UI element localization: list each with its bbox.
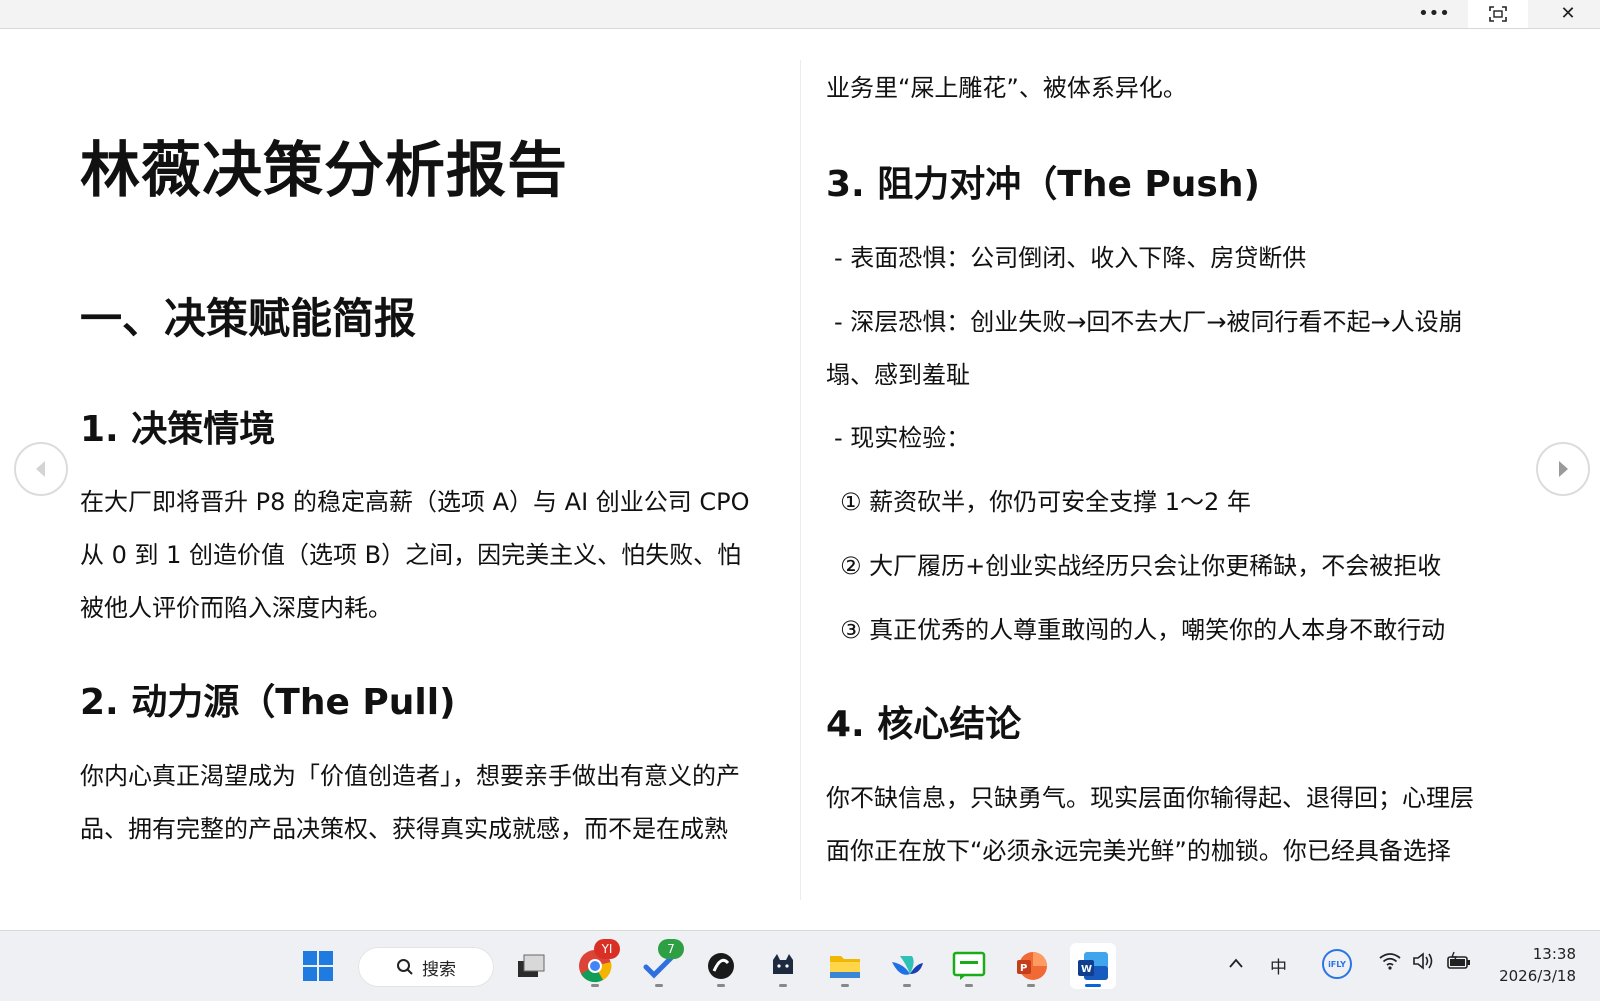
- running-indicator: [779, 984, 787, 987]
- taskbar-search[interactable]: 搜索: [358, 947, 494, 987]
- taskbar-file-explorer[interactable]: [822, 943, 868, 989]
- document-title: 林薇决策分析报告: [80, 136, 568, 206]
- svg-text:W: W: [1081, 964, 1092, 975]
- taskbar-app-swirl[interactable]: [698, 943, 744, 989]
- todo-badge: 7: [658, 939, 684, 959]
- paragraph-line: 面你正在放下“必须永远完美光鲜”的枷锁。你已经具备选择: [826, 837, 1451, 865]
- running-indicator: [841, 984, 849, 987]
- page-divider: [800, 60, 801, 900]
- chevron-up-icon: [1229, 958, 1243, 968]
- running-indicator: [1027, 984, 1035, 987]
- volume-button[interactable]: [1412, 951, 1436, 976]
- ifly-icon: iFLY: [1322, 949, 1352, 979]
- previous-page-button[interactable]: [14, 442, 68, 496]
- close-button[interactable]: ✕: [1540, 0, 1596, 28]
- chevron-left-icon: [36, 461, 45, 477]
- list-item: ③ 真正优秀的人尊重敢闯的人，嘲笑你的人本身不敢行动: [840, 616, 1446, 644]
- section-heading-1: 一、决策赋能简报: [80, 294, 417, 343]
- paragraph-line: 业务里“屎上雕花”、被体系异化。: [826, 74, 1187, 102]
- task-view-icon: [518, 954, 545, 977]
- paragraph-line: 从 0 到 1 创造价值（选项 B）之间，因完美主义、怕失败、怕: [80, 541, 742, 569]
- svg-text:P: P: [1020, 963, 1027, 974]
- wifi-icon: [1379, 953, 1401, 970]
- window-titlebar: ••• ✕: [0, 0, 1600, 29]
- task-view-button[interactable]: [508, 943, 554, 989]
- heading-the-pull: 2. 动力源（The Pull): [80, 682, 456, 723]
- running-indicator: [655, 984, 663, 987]
- more-icon: •••: [1418, 3, 1450, 24]
- right-page: 业务里“屎上雕花”、被体系异化。 3. 阻力对冲（The Push) - 表面恐…: [826, 30, 1516, 910]
- running-indicator: [591, 984, 599, 987]
- list-item: ② 大厂履历+创业实战经历只会让你更稀缺，不会被拒收: [840, 552, 1442, 580]
- taskbar-cat-app[interactable]: [760, 943, 806, 989]
- volume-icon: [1413, 952, 1433, 970]
- ime-indicator[interactable]: 中: [1270, 953, 1287, 978]
- heading-decision-context: 1. 决策情境: [80, 409, 276, 450]
- running-indicator: [965, 984, 973, 987]
- running-indicator: [903, 984, 911, 987]
- paragraph-line: 在大厂即将晋升 P8 的稳定高薪（选项 A）与 AI 创业公司 CPO: [80, 488, 750, 516]
- heading-the-push: 3. 阻力对冲（The Push): [826, 164, 1260, 205]
- taskbar-word[interactable]: W: [1070, 943, 1116, 989]
- lark-icon: [892, 956, 923, 975]
- clock-time: 13:38: [1532, 945, 1576, 963]
- next-page-button[interactable]: [1536, 442, 1590, 496]
- heading-core-conclusion: 4. 核心结论: [826, 704, 1022, 745]
- start-button[interactable]: [295, 943, 341, 989]
- cat-icon: [773, 954, 793, 974]
- battery-icon: [1447, 951, 1470, 969]
- chrome-badge: YI: [594, 939, 620, 959]
- search-icon: [397, 959, 413, 975]
- ime-label: 中: [1270, 958, 1287, 978]
- more-options-button[interactable]: •••: [1412, 0, 1456, 28]
- show-hidden-icons-button[interactable]: [1228, 953, 1244, 974]
- search-label: 搜索: [422, 959, 456, 980]
- taskbar-lark[interactable]: [884, 943, 930, 989]
- app-swirl-icon: [708, 953, 734, 979]
- paragraph-line: 品、拥有完整的产品决策权、获得真实成就感，而不是在成熟: [80, 815, 728, 843]
- list-item: - 深层恐惧：创业失败→回不去大厂→被同行看不起→人设崩: [834, 308, 1463, 336]
- active-indicator: [1085, 984, 1101, 987]
- taskbar-chrome[interactable]: YI: [572, 939, 620, 989]
- folder-icon: [830, 956, 860, 978]
- paragraph-line: 你内心真正渴望成为「价值创造者」，想要亲手做出有意义的产: [80, 762, 740, 790]
- list-item-continuation: 塌、感到羞耻: [826, 361, 970, 389]
- word-icon: W: [1078, 952, 1108, 980]
- list-item: - 表面恐惧：公司倒闭、收入下降、房贷断供: [834, 244, 1307, 272]
- clock-date: 2026/3/18: [1499, 967, 1576, 985]
- taskbar: 搜索 YI 7 P W 中 iFLY 13:38 2026/3/18: [0, 930, 1600, 1001]
- windows-logo-icon: [303, 951, 333, 981]
- left-page: 林薇决策分析报告 一、决策赋能简报 1. 决策情境 在大厂即将晋升 P8 的稳定…: [80, 30, 780, 910]
- taskbar-powerpoint[interactable]: P: [1008, 943, 1054, 989]
- paragraph-line: 被他人评价而陷入深度内耗。: [80, 594, 392, 622]
- taskbar-todo[interactable]: 7: [636, 939, 684, 989]
- ifly-tray-icon[interactable]: iFLY: [1322, 949, 1352, 979]
- paragraph-line: 你不缺信息，只缺勇气。现实层面你输得起、退得回；心理层: [826, 784, 1474, 812]
- list-item: - 现实检验：: [834, 424, 971, 452]
- network-button[interactable]: [1378, 951, 1402, 976]
- chat-icon: [952, 951, 986, 980]
- chevron-right-icon: [1559, 461, 1568, 477]
- list-item: ① 薪资砍半，你仍可安全支撑 1～2 年: [840, 488, 1251, 516]
- close-icon: ✕: [1560, 3, 1576, 24]
- running-indicator: [717, 984, 725, 987]
- clock[interactable]: 13:38 2026/3/18: [1490, 943, 1576, 987]
- powerpoint-icon: P: [1017, 952, 1047, 980]
- taskbar-wechat[interactable]: [946, 943, 992, 989]
- battery-button[interactable]: [1446, 951, 1472, 976]
- fullscreen-icon: [1489, 6, 1507, 22]
- fullscreen-button[interactable]: [1468, 0, 1528, 28]
